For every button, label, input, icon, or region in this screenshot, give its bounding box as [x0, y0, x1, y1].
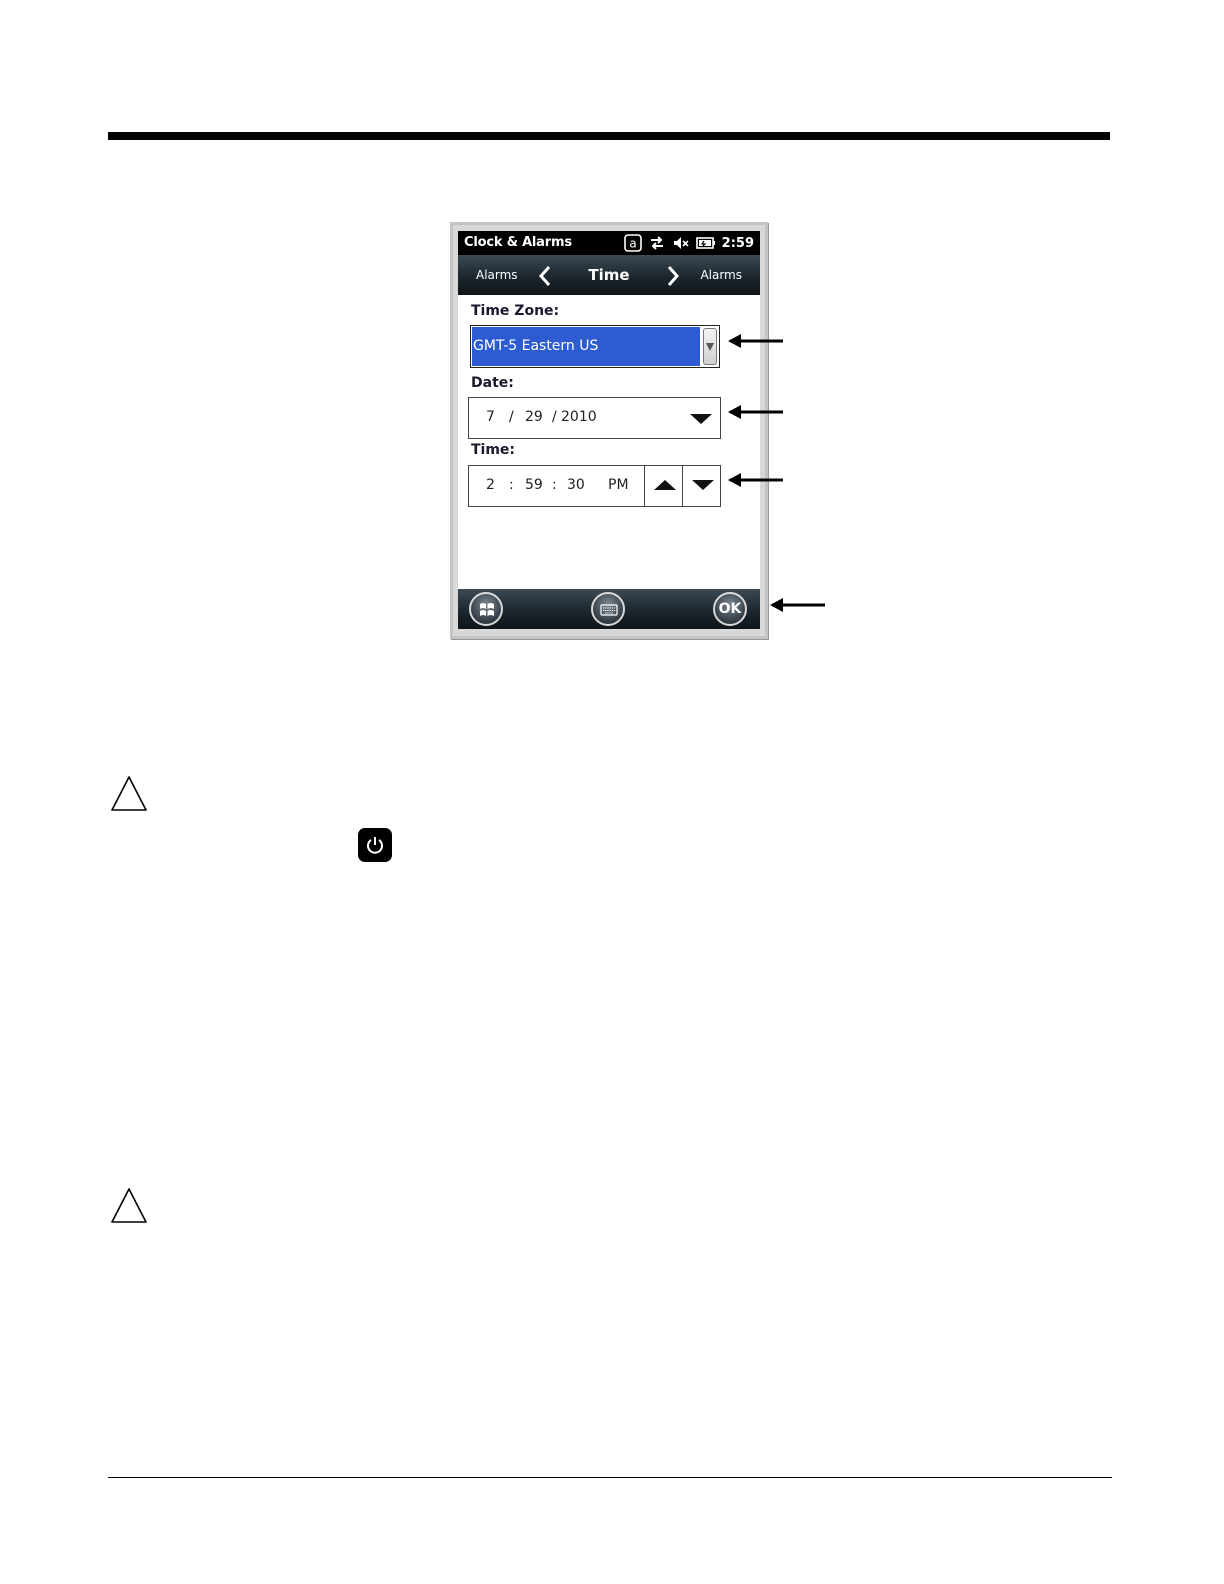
keyboard-button[interactable]: [591, 592, 625, 626]
softkey-bar: OK: [458, 589, 760, 629]
chevron-down-icon[interactable]: [690, 414, 712, 424]
time-increment-button[interactable]: [644, 466, 683, 506]
power-symbol-icon: [367, 837, 383, 854]
date-day[interactable]: 29: [525, 409, 543, 425]
sync-icon[interactable]: [648, 234, 666, 252]
date-separator: /: [552, 409, 557, 425]
battery-icon[interactable]: [695, 234, 716, 252]
time-decrement-button[interactable]: [682, 466, 721, 506]
time-hour[interactable]: 2: [486, 477, 495, 493]
time-zone-value: GMT-5 Eastern US: [472, 327, 700, 366]
date-picker[interactable]: 7 / 29 / 2010: [468, 397, 721, 439]
keyboard-icon: [600, 604, 618, 616]
spin-up-icon: [654, 480, 676, 490]
time-zone-dropdown-button[interactable]: [703, 328, 717, 365]
spin-down-icon: [692, 480, 714, 490]
callout-arrow: [728, 473, 783, 487]
status-clock: 2:59: [721, 235, 754, 251]
status-icons: a 2:59: [623, 233, 754, 253]
callout-arrow: [728, 334, 783, 348]
date-separator: /: [509, 409, 514, 425]
time-separator: :: [552, 477, 557, 493]
tab-nav-bar: Alarms Time Alarms: [458, 255, 760, 295]
status-bar-title: Clock & Alarms: [464, 235, 572, 250]
power-key-icon: [358, 828, 392, 862]
time-picker[interactable]: 2 : 59 : 30 PM: [468, 465, 721, 507]
date-label: Date:: [471, 375, 514, 391]
callout-arrow: [728, 405, 783, 419]
date-year[interactable]: 2010: [561, 409, 597, 425]
device-screen: Clock & Alarms a 2:59 Alarms Time Alarms…: [458, 231, 760, 629]
nav-next-alarms[interactable]: Alarms: [700, 268, 742, 282]
windows-start-icon: [480, 603, 494, 616]
time-ampm[interactable]: PM: [608, 477, 629, 493]
dropdown-arrow-icon: [706, 343, 714, 351]
chevron-right-icon[interactable]: [666, 265, 680, 287]
start-button[interactable]: [469, 592, 503, 626]
caution-icon: [111, 776, 147, 811]
at-icon: a: [623, 234, 642, 252]
callout-arrow: [770, 598, 825, 612]
time-second[interactable]: 30: [567, 477, 585, 493]
ok-button[interactable]: OK: [713, 592, 747, 626]
header-rule: [108, 132, 1110, 140]
speaker-muted-icon[interactable]: [672, 234, 690, 252]
time-minute[interactable]: 59: [525, 477, 543, 493]
time-zone-select[interactable]: GMT-5 Eastern US: [470, 325, 720, 368]
caution-icon: [111, 1188, 147, 1223]
device-screenshot: Clock & Alarms a 2:59 Alarms Time Alarms…: [450, 222, 768, 639]
date-month[interactable]: 7: [486, 409, 495, 425]
time-separator: :: [509, 477, 514, 493]
status-bar: Clock & Alarms a 2:59: [458, 231, 760, 255]
time-label: Time:: [471, 442, 516, 458]
time-zone-label: Time Zone:: [471, 303, 560, 319]
svg-text:a: a: [629, 237, 636, 251]
footer-rule: [108, 1477, 1112, 1478]
